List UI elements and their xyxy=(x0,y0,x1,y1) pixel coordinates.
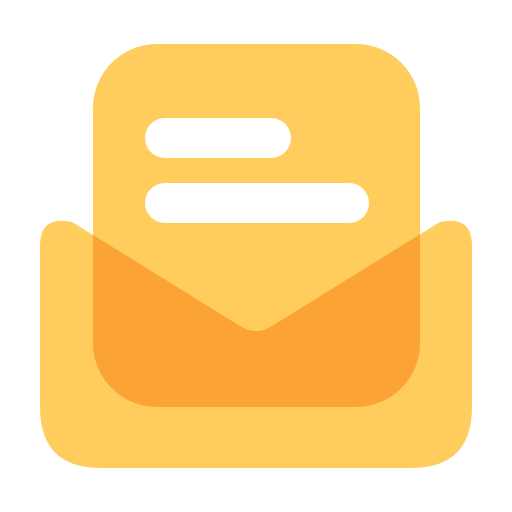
icon-canvas xyxy=(0,0,512,512)
letter-line-short xyxy=(145,118,291,158)
letter-line-long xyxy=(145,183,369,223)
open-envelope-with-letter-icon xyxy=(40,44,472,468)
